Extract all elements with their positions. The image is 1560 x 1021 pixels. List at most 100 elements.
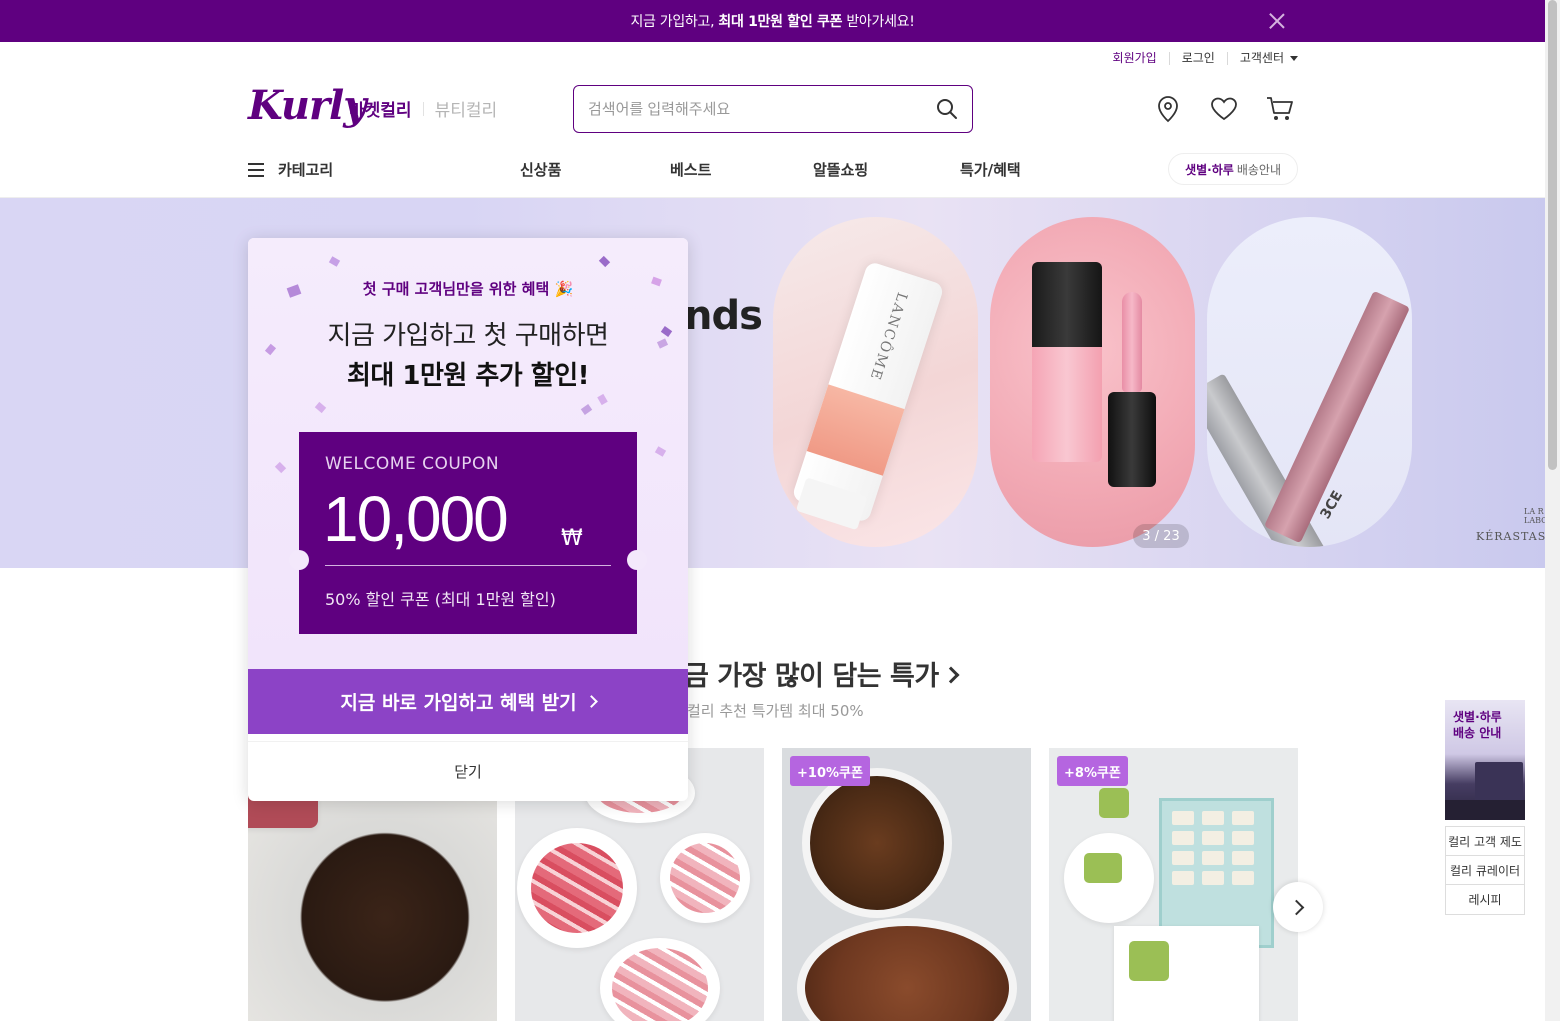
banner-title: nds xyxy=(684,293,763,339)
delivery-text: 배송안내 xyxy=(1236,162,1281,177)
modal-hero: 첫 구매 고객님만을 위한 혜택 🎉 지금 가입하고 첫 구매하면 최대 1만원… xyxy=(248,238,688,669)
location-icon[interactable] xyxy=(1153,94,1183,124)
confetti xyxy=(274,461,287,474)
meat xyxy=(670,843,740,913)
truck-image xyxy=(1475,762,1523,802)
side-banner-line2: 배송 안내 xyxy=(1453,726,1502,740)
category-label: 카테고리 xyxy=(278,161,334,179)
road-image xyxy=(1445,800,1525,820)
lancome-tube: LANCÔME xyxy=(791,260,945,531)
side-link-recipe[interactable]: 레시피 xyxy=(1446,885,1524,914)
tube-label xyxy=(806,384,905,476)
user-menu: 회원가입 로그인 고객센터 xyxy=(1101,52,1298,65)
caret-down-icon xyxy=(1290,56,1298,61)
laroche-brand: LA R LABORA xyxy=(1524,507,1545,525)
category-menu[interactable]: 카테고리 xyxy=(248,159,333,180)
tab-market-kurly[interactable]: 마켓컬리 xyxy=(349,96,412,121)
welcome-coupon-modal: 첫 구매 고객님만을 위한 혜택 🎉 지금 가입하고 첫 구매하면 최대 1만원… xyxy=(248,238,688,801)
nav-special-deals[interactable]: 특가/혜택 xyxy=(960,159,1021,180)
nav-new-products[interactable]: 신상품 xyxy=(520,159,561,180)
scrollbar-thumb[interactable] xyxy=(1548,0,1557,470)
delivery-info-button[interactable]: 샛별·하루 배송안내 xyxy=(1168,153,1298,185)
side-link-curator[interactable]: 컬리 큐레이터 xyxy=(1446,856,1524,885)
chevron-right-icon xyxy=(1288,899,1304,915)
search-box xyxy=(573,85,973,133)
matcha-cookie xyxy=(1129,941,1169,981)
coupon-currency: ₩ xyxy=(561,526,583,551)
bottle-cap xyxy=(1032,262,1102,347)
tab-beauty-kurly[interactable]: 뷰티컬리 xyxy=(435,96,498,121)
search-icon[interactable] xyxy=(936,98,958,120)
cta-label: 지금 바로 가입하고 혜택 받기 xyxy=(340,692,577,714)
hamburger-icon xyxy=(248,162,264,177)
cart-icon[interactable] xyxy=(1265,94,1295,124)
tube-cap xyxy=(795,477,868,531)
coupon-divider xyxy=(325,565,611,566)
product-card[interactable]: +10%쿠폰 xyxy=(782,748,1031,1021)
promo-prefix: 지금 가입하고, xyxy=(630,14,715,30)
confetti xyxy=(580,404,593,415)
support-label: 고객센터 xyxy=(1239,51,1284,65)
section-title[interactable]: 금 가장 많이 담는 특가 xyxy=(684,654,960,693)
coupon-notch-right xyxy=(627,550,647,570)
coupon-notch-left xyxy=(289,550,309,570)
side-banner-text: 샛별·하루 배송 안내 xyxy=(1453,709,1502,741)
signup-link[interactable]: 회원가입 xyxy=(1101,52,1170,65)
support-menu[interactable]: 고객센터 xyxy=(1228,52,1298,65)
product-card[interactable]: +8%쿠폰 xyxy=(1049,748,1298,1021)
signup-benefit-button[interactable]: 지금 바로 가입하고 혜택 받기 xyxy=(248,669,688,734)
mall-tabs: 마켓컬리 뷰티컬리 xyxy=(349,96,497,121)
side-delivery-banner[interactable]: 샛별·하루 배송 안내 xyxy=(1445,700,1525,820)
banner-image-3ce: 3CE xyxy=(1207,217,1412,547)
modal-headline-bold: 최대 1만원 추가 할인! xyxy=(347,361,589,391)
delivery-bold: 샛별·하루 xyxy=(1185,162,1234,177)
close-icon[interactable] xyxy=(1267,11,1287,31)
banner-image-lancome: LANCÔME xyxy=(773,217,978,547)
lancome-brand: LANCÔME xyxy=(866,290,910,384)
nav-best[interactable]: 베스트 xyxy=(670,159,711,180)
chevron-right-icon xyxy=(584,695,598,708)
kurly-logo[interactable]: Kurly xyxy=(248,84,366,128)
side-quick-links: 컬리 고객 제도 컬리 큐레이터 레시피 xyxy=(1445,826,1525,915)
coupon-badge: +8%쿠폰 xyxy=(1057,756,1128,786)
promo-bold: 최대 1만원 할인 쿠폰 xyxy=(718,14,843,30)
armani-bottle xyxy=(1032,262,1102,462)
side-banner-line1: 샛별·하루 xyxy=(1453,710,1502,724)
product-image xyxy=(802,768,952,918)
product-image xyxy=(797,918,1017,1021)
main-banner[interactable]: nds LANCÔME 3CE 3 / 23 LA R LABORA KÉRAS… xyxy=(0,198,1545,568)
promo-topbar: 지금 가입하고, 최대 1만원 할인 쿠폰 받아가세요! xyxy=(0,0,1545,42)
modal-headline: 지금 가입하고 첫 구매하면 xyxy=(327,321,609,351)
heart-icon[interactable] xyxy=(1209,94,1239,124)
coupon-label: WELCOME COUPON xyxy=(325,454,500,474)
coupon-badge: +10%쿠폰 xyxy=(790,756,870,786)
confetti xyxy=(597,393,608,406)
section-subtitle: 컬리 추천 특가템 최대 50% xyxy=(687,702,864,720)
search-input[interactable] xyxy=(588,100,936,118)
confetti xyxy=(328,256,341,267)
kerastase-brand: KÉRASTASE xyxy=(1476,530,1545,543)
meat xyxy=(612,948,708,1021)
armani-wand xyxy=(1108,292,1156,487)
matcha-cookie xyxy=(1099,788,1129,818)
global-nav: 카테고리 신상품 베스트 알뜰쇼핑 특가/혜택 샛별·하루 배송안내 xyxy=(248,150,1298,188)
welcome-coupon: WELCOME COUPON 10,000 ₩ 50% 할인 쿠폰 (최대 1만… xyxy=(289,432,647,634)
confetti xyxy=(598,255,611,268)
side-link-customer-grade[interactable]: 컬리 고객 제도 xyxy=(1446,827,1524,856)
banner-counter: 3 / 23 xyxy=(1133,524,1189,548)
promo-text[interactable]: 지금 가입하고, 최대 1만원 할인 쿠폰 받아가세요! xyxy=(630,11,914,31)
product-package xyxy=(1114,926,1259,1021)
chevron-right-icon xyxy=(942,666,960,683)
coupon-amount: 10,000 xyxy=(323,483,509,555)
section-title-text: 금 가장 많이 담는 특가 xyxy=(684,661,939,692)
banner-image-armani xyxy=(990,217,1195,547)
login-link[interactable]: 로그인 xyxy=(1170,52,1228,65)
promo-suffix: 받아가세요! xyxy=(846,14,915,30)
modal-close-button[interactable]: 닫기 xyxy=(248,741,688,801)
confetti xyxy=(654,446,667,457)
carousel-next-button[interactable] xyxy=(1273,882,1323,932)
matcha-cookie xyxy=(1084,853,1122,883)
nav-bargain[interactable]: 알뜰쇼핑 xyxy=(813,159,868,180)
page-scrollbar[interactable] xyxy=(1545,0,1560,1021)
coupon-description: 50% 할인 쿠폰 (최대 1만원 할인) xyxy=(325,590,556,609)
